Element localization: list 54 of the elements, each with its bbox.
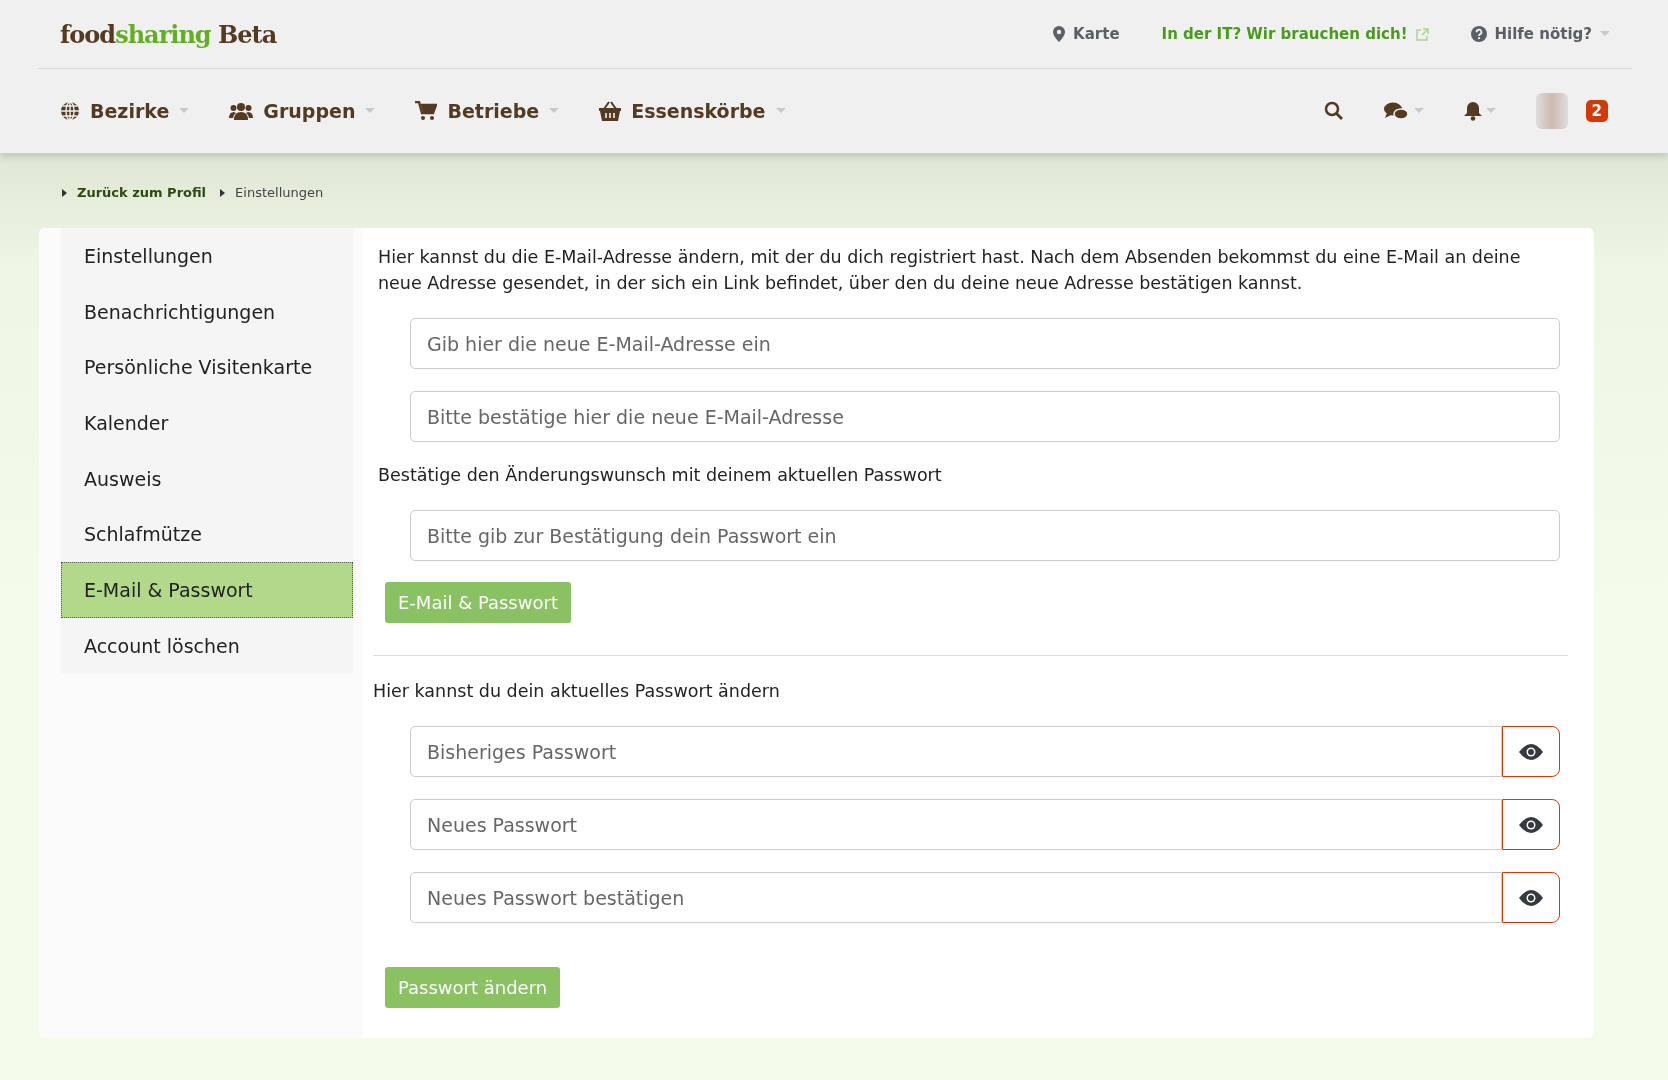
caret-icon	[1485, 108, 1496, 114]
notification-badge: 2	[1585, 100, 1608, 122]
show-password-button[interactable]	[1502, 726, 1560, 777]
nav-menu[interactable]: Betriebe	[415, 100, 560, 122]
sidebar-item[interactable]: Einstellungen	[61, 228, 353, 284]
eye-icon	[1519, 889, 1543, 906]
external-link-icon	[1415, 27, 1429, 41]
sidebar-item[interactable]: Schlafmütze	[61, 506, 353, 563]
map-pin-icon	[1053, 26, 1066, 42]
bell-icon	[1463, 101, 1482, 121]
caret-right-icon	[62, 188, 67, 197]
caret-icon	[549, 108, 560, 114]
nav-menu[interactable]: Bezirke	[60, 100, 190, 122]
help-link[interactable]: Hilfe nötig?	[1470, 25, 1610, 43]
cart-icon	[415, 101, 438, 121]
sidebar-item[interactable]: Account löschen	[61, 617, 353, 674]
caret-icon	[179, 108, 190, 114]
map-link[interactable]: Karte	[1053, 25, 1120, 43]
sidebar-item[interactable]: Persönliche Visitenkarte	[61, 339, 353, 396]
eye-icon	[1519, 816, 1543, 833]
password-hint: Bestätige den Änderungswunsch mit deinem aktuellen Passwort	[378, 464, 943, 487]
breadcrumb-current: Einstellungen	[235, 185, 324, 200]
globe-icon	[60, 101, 80, 121]
caret-icon	[1413, 108, 1424, 114]
password-field[interactable]: Bisheriges Passwort	[410, 726, 1502, 777]
nav-menu[interactable]: Gruppen	[229, 100, 376, 122]
search-icon[interactable]	[1323, 101, 1344, 121]
input-field[interactable]: Bitte bestätige hier die neue E-Mail-Adresse	[410, 391, 1560, 442]
password-field[interactable]: Neues Passwort bestätigen	[410, 872, 1502, 923]
caret-icon	[775, 108, 786, 114]
input-field[interactable]: Bitte gib zur Bestätigung dein Passwort ein	[410, 510, 1560, 561]
sidebar-item[interactable]: Kalender	[61, 395, 353, 451]
input-field[interactable]: Gib hier die neue E-Mail-Adresse ein	[410, 318, 1560, 369]
logo[interactable]: foodsharing Beta	[60, 19, 277, 49]
notifications-menu[interactable]	[1463, 101, 1496, 121]
basket-icon	[599, 101, 622, 121]
sidebar-item[interactable]: E-Mail & Passwort	[61, 562, 353, 618]
caret-icon	[1600, 31, 1610, 37]
nav-menu[interactable]: Essenskörbe	[599, 100, 786, 122]
show-password-button[interactable]	[1502, 799, 1560, 850]
question-icon	[1470, 26, 1487, 42]
breadcrumb-link[interactable]: Zurück zum Profil	[77, 185, 207, 200]
sidebar-item[interactable]: Ausweis	[61, 450, 353, 507]
intro-text: Hier kannst du die E-Mail-Adresse ändern, mit der du dich registriert hast. Nach dem Absenden bekommst du eine E-Mail an deine neue Adresse gesendet, in der sich ein Link befindet, über den du deine neue Adresse bestätigen kannst.	[378, 246, 1522, 295]
eye-icon	[1519, 743, 1543, 760]
chat-bubbles-icon	[1383, 101, 1410, 121]
users-icon	[229, 102, 254, 120]
sidebar-item[interactable]: Benachrichtigungen	[61, 283, 353, 340]
show-password-button[interactable]	[1502, 872, 1560, 923]
caret-icon	[365, 108, 376, 114]
chat-menu[interactable]	[1383, 101, 1424, 121]
caret-right-icon	[220, 188, 226, 197]
password-field[interactable]: Neues Passwort	[410, 799, 1502, 850]
section-text: Hier kannst du dein aktuelles Passwort ändern	[373, 680, 781, 703]
